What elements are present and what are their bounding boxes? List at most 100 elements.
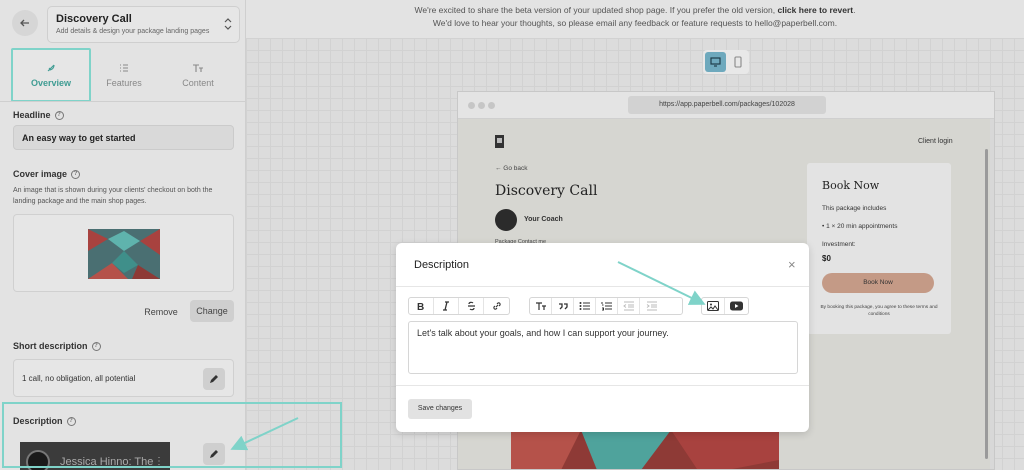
back-button[interactable] [12,10,38,36]
help-icon[interactable]: ? [91,341,101,351]
left-panel: Discovery Call Add details & design your… [0,0,246,470]
coach-avatar [495,209,517,231]
cover-image-label-text: Cover image [13,169,68,179]
numbered-list-icon [601,302,612,311]
modal-title: Description [414,259,470,271]
client-login-link[interactable]: Client login [918,138,953,145]
outdent-button[interactable] [618,298,640,314]
cover-image-box [13,214,234,292]
remove-button[interactable]: Remove [140,302,182,322]
tab-features[interactable]: Features [86,50,162,100]
browser-toolbar: https://app.paperbell.com/packages/10202… [458,92,994,119]
book-now-card: Book Now This package includes • 1 × 20 … [807,163,951,334]
quote-icon [558,303,568,310]
text-size-icon [535,302,546,310]
bullet-list-icon [579,302,590,310]
banner-text: We're excited to share the beta version … [414,5,776,15]
package-includes-label: This package includes [822,205,887,212]
cover-image-label: Cover image ? [13,169,81,179]
arrow-left-icon [20,19,29,27]
tab-features-label: Features [106,77,142,88]
beta-banner: We're excited to share the beta version … [246,0,1024,38]
pencil-icon [210,375,218,383]
link-icon [492,302,501,310]
insert-video-button[interactable] [725,298,748,314]
cover-image-description: An image that is shown during your clien… [13,187,213,205]
insert-image-button[interactable] [702,298,726,314]
tab-content-label: Content [182,77,214,88]
description-editor[interactable]: Let's talk about your goals, and how I c… [408,321,798,374]
package-item-text: 1 × 20 min appointments [826,223,898,230]
banner-line-1: We're excited to share the beta version … [246,4,1024,17]
feather-icon [47,64,55,71]
banner-line-2: We'd love to hear your thoughts, so plea… [432,18,838,28]
tab-overview-label: Overview [30,77,72,88]
price: $0 [822,254,831,263]
strikethrough-icon [467,301,475,311]
close-icon[interactable]: × [788,257,796,272]
headline-input[interactable]: An easy way to get started [13,125,234,150]
bullet-list-button[interactable] [574,298,596,314]
link-button[interactable] [484,298,509,314]
url-bar: https://app.paperbell.com/packages/10202… [628,96,826,114]
package-select[interactable]: Discovery Call Add details & design your… [47,6,240,43]
revert-link[interactable]: click here to revert [777,5,853,15]
headline-label: Headline ? [13,110,64,120]
brand-logo-icon [495,135,504,148]
coach-name: Your Coach [524,216,563,223]
window-dot [468,102,475,109]
short-description-box: 1 call, no obligation, all potential [13,359,234,397]
description-modal: Description × B Let's talk about your go… [396,243,809,432]
indent-button[interactable] [640,298,662,314]
short-description-label: Short description ? [13,341,101,351]
chevron-up-down-icon [224,18,232,30]
italic-button[interactable] [434,298,459,314]
package-title: Discovery Call [56,13,132,25]
preview-scrollbar[interactable] [985,149,988,459]
format-group: B [408,297,510,315]
help-icon[interactable]: ? [54,110,64,120]
book-now-button[interactable]: Book Now [822,273,934,293]
change-button[interactable]: Change [190,300,234,322]
list-icon [120,63,128,72]
heading-button[interactable] [530,298,552,314]
image-icon [707,301,719,311]
help-icon[interactable]: ? [71,169,81,179]
quote-button[interactable] [552,298,574,314]
cover-image-thumbnail [88,229,160,279]
banner-period: . [853,5,856,15]
window-dot [488,102,495,109]
save-changes-button[interactable]: Save changes [408,399,472,419]
edit-short-description-button[interactable] [203,368,225,390]
numbered-list-button[interactable] [596,298,618,314]
terms-text: By booking this package, you agree to th… [820,305,938,317]
mobile-view-button[interactable] [728,52,747,72]
desktop-view-button[interactable] [705,52,726,72]
youtube-icon [730,301,743,311]
outdent-icon [623,301,634,311]
indent-icon [646,301,657,311]
investment-label: Investment: [822,241,856,248]
bold-icon: B [417,302,424,311]
modal-divider [396,385,809,386]
text-size-icon [193,63,203,72]
description-highlight-box [2,402,342,468]
phone-icon [733,56,742,68]
go-back-link[interactable]: ← Go back [495,165,528,172]
tab-overview[interactable]: Overview [11,48,91,102]
book-now-title: Book Now [822,179,880,192]
package-subtitle: Add details & design your package landin… [56,28,210,35]
tabs-divider [0,101,245,102]
headline-label-text: Headline [13,110,51,120]
tab-content[interactable]: Content [160,50,236,100]
bold-button[interactable]: B [409,298,434,314]
media-group [701,297,749,315]
monitor-icon [710,57,721,67]
strikethrough-button[interactable] [459,298,484,314]
italic-icon [443,301,449,311]
window-dot [478,102,485,109]
short-description-text: 1 call, no obligation, all potential [22,374,136,383]
modal-divider [396,286,809,287]
svg-text:B: B [417,302,424,311]
preview-hero-image [511,430,779,469]
